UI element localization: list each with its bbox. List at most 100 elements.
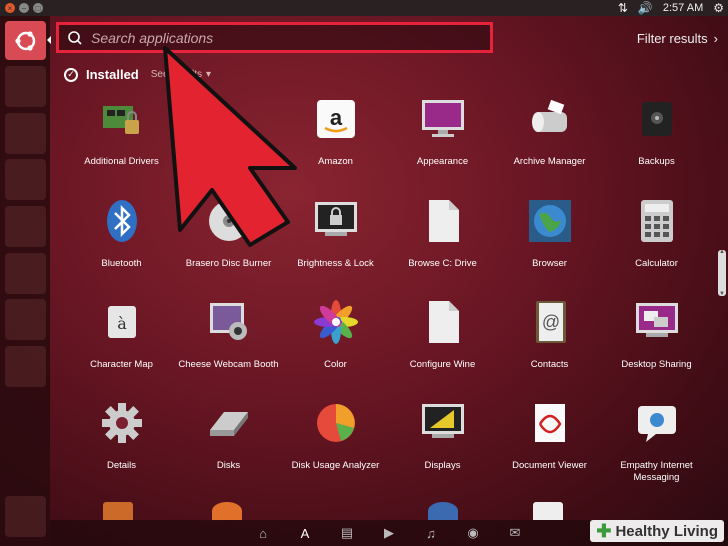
app-displays[interactable]: Displays [389,400,496,472]
app-contacts[interactable]: @ Contacts [496,299,603,371]
app-label: Calculator [635,258,678,269]
launcher-item-calc[interactable] [5,206,46,247]
app-archive-manager[interactable]: Archive Manager [496,96,603,168]
app-label: Brightness & Lock [297,258,374,269]
bluetooth-icon [99,198,145,244]
plus-icon: ✚ [596,520,612,541]
launcher [0,16,50,546]
drivers-icon [99,96,145,142]
document-viewer-icon [527,400,573,446]
app-label: Details [106,460,137,471]
app-color[interactable]: Color [282,299,389,371]
video-lens-icon[interactable]: ▶ [379,523,399,543]
panel-indicators: ⇅ 🔊 2:57 AM ⚙ [618,0,724,16]
files-lens-icon[interactable]: ▤ [337,523,357,543]
app-disks[interactable]: Disks [175,400,282,472]
file-icon [420,299,466,345]
partial-app-icon [533,502,563,520]
app-backups[interactable]: Backups [603,96,710,168]
settings-icon[interactable]: ⚙ [713,1,724,15]
app-label: Displays [424,460,461,471]
file-icon [420,198,466,244]
lock-icon [313,198,359,244]
close-icon[interactable]: × [5,3,15,13]
filter-results-label: Filter results [636,31,708,46]
archive-icon [527,96,573,142]
top-panel: × – □ ⇅ 🔊 2:57 AM ⚙ [0,0,728,16]
app-label: Appearance [416,156,469,167]
launcher-item-files[interactable] [5,66,46,107]
minimize-icon[interactable]: – [19,3,29,13]
maximize-icon[interactable]: □ [33,3,43,13]
app-character-map[interactable]: à Character Map [68,299,175,371]
active-indicator [47,36,51,44]
app-configure-wine[interactable]: Configure Wine [389,299,496,371]
music-lens-icon[interactable]: ♫ [421,523,441,543]
backups-icon [634,96,680,142]
app-label: Disks [216,460,241,471]
displays-icon [420,400,466,446]
app-details[interactable]: Details [68,400,175,472]
ubuntu-logo-icon [14,30,35,51]
app-label: Contacts [530,359,569,370]
app-label: Configure Wine [409,359,476,370]
section-title: Installed [86,67,139,82]
search-icon [68,30,82,45]
partial-app-icon [212,502,242,520]
disks-icon [206,400,252,446]
launcher-item-writer[interactable] [5,159,46,200]
app-browser[interactable]: Browser [496,198,603,270]
dash-home-button[interactable] [5,21,46,60]
app-label: Document Viewer [512,460,587,471]
scrollbar[interactable] [718,249,726,297]
gear-icon [99,400,145,446]
app-cheese[interactable]: Cheese Webcam Booth [175,299,282,371]
launcher-item-browser[interactable] [5,113,46,154]
filter-results-button[interactable]: Filter results › [637,31,718,46]
partial-app-icon [103,502,133,520]
app-label: Browse C: Drive [408,258,477,269]
launcher-item-trash[interactable] [5,496,46,537]
watermark: ✚ Healthy Living [590,520,724,542]
app-label: Brasero Disc Burner [185,258,272,269]
app-calculator[interactable]: Calculator [603,198,710,270]
launcher-item-software-center[interactable] [5,253,46,294]
app-label: Disk Usage Analyzer [291,460,380,471]
app-label: Archive Manager [513,156,586,167]
calculator-icon [634,198,680,244]
partial-app-icon [428,502,458,520]
contacts-icon: @ [527,299,573,345]
color-icon [313,299,359,345]
volume-icon[interactable]: 🔊 [638,1,653,15]
apps-lens-icon[interactable]: A [295,523,315,543]
app-label: Bluetooth [101,258,142,269]
app-label: Character Map [90,359,153,370]
app-empathy[interactable]: Empathy Internet Messaging [603,400,710,484]
globe-icon [527,198,573,244]
app-label: Browser [532,258,567,269]
appearance-icon [420,96,466,142]
red-arrow-annotation [163,46,297,247]
charmap-icon: à [99,299,145,345]
app-document-viewer[interactable]: Document Viewer [496,400,603,472]
app-appearance[interactable]: Appearance [389,96,496,168]
chat-icon [634,400,680,446]
photo-lens-icon[interactable]: ◉ [463,523,483,543]
app-label: Cheese Webcam Booth [178,359,279,370]
webcam-icon [206,299,252,345]
app-label: Desktop Sharing [621,359,692,370]
social-lens-icon[interactable]: ✉ [505,523,525,543]
desktop-sharing-icon [634,299,680,345]
watermark-text: Healthy Living [615,522,718,540]
check-icon: ✓ [64,67,78,82]
amazon-icon: a [313,96,359,142]
svg-text:a: a [329,105,342,130]
app-desktop-sharing[interactable]: Desktop Sharing [603,299,710,371]
app-browse-c-drive[interactable]: Browse C: Drive [389,198,496,270]
network-icon[interactable]: ⇅ [618,1,628,15]
launcher-item-terminal[interactable] [5,346,46,387]
home-lens-icon[interactable]: ⌂ [253,523,273,543]
clock[interactable]: 2:57 AM [663,2,703,14]
launcher-item-settings[interactable] [5,299,46,340]
app-disk-usage-analyzer[interactable]: Disk Usage Analyzer [282,400,389,472]
